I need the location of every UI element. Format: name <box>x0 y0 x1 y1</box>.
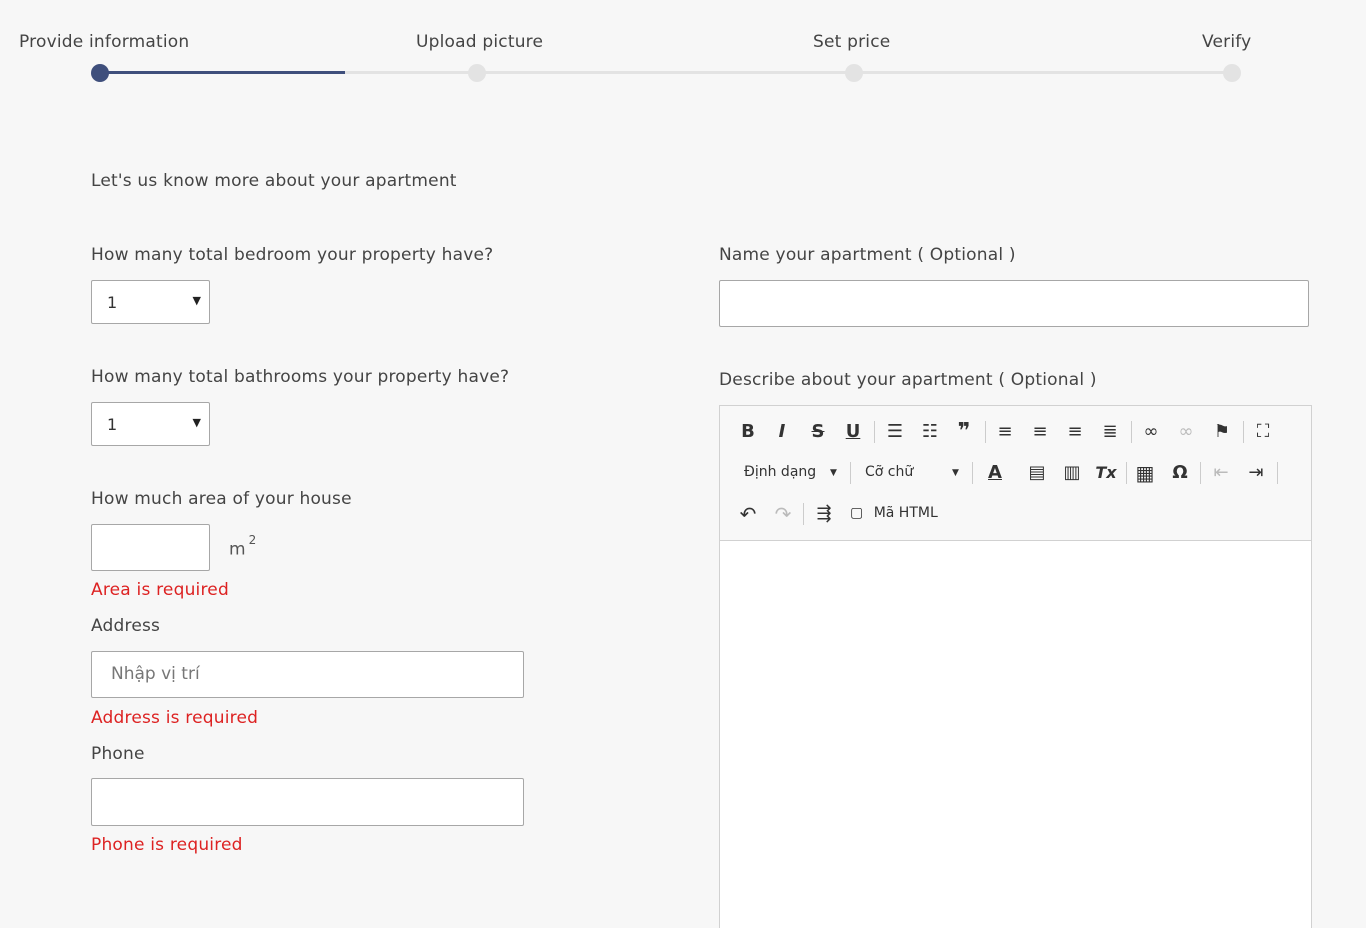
caret-down-icon: ▼ <box>952 468 959 478</box>
toolbar-separator <box>972 462 973 484</box>
step-provide-information[interactable]: Provide information <box>19 32 189 52</box>
editor-content-area[interactable] <box>720 542 1311 928</box>
step-dot-1[interactable] <box>91 64 109 82</box>
address-error: Address is required <box>91 708 259 728</box>
bedrooms-value: 1 <box>107 293 118 312</box>
description-label: Describe about your apartment ( Optional… <box>719 370 1097 390</box>
area-label: How much area of your house <box>91 489 352 509</box>
area-unit-text: m <box>229 539 246 560</box>
justify-icon[interactable]: ≣ <box>1097 420 1123 444</box>
stepper-progress <box>100 71 345 74</box>
apartment-name-input[interactable] <box>719 280 1309 327</box>
address-placeholder: Nhập vị trí <box>111 664 200 684</box>
paste-text-icon[interactable]: ▤ <box>1024 461 1050 485</box>
step-verify[interactable]: Verify <box>1202 32 1251 52</box>
phone-error: Phone is required <box>91 835 243 855</box>
toolbar-separator <box>850 462 851 484</box>
source-code-icon: ▢ <box>850 505 864 521</box>
quote-icon[interactable]: ❞ <box>951 420 977 444</box>
font-size-dropdown-label: Cỡ chữ <box>865 464 914 480</box>
bulleted-list-icon[interactable]: ☰ <box>882 420 908 444</box>
bathrooms-label: How many total bathrooms your property h… <box>91 367 510 387</box>
step-set-price[interactable]: Set price <box>813 32 890 52</box>
toolbar-separator <box>1131 421 1132 443</box>
font-size-dropdown[interactable]: Cỡ chữ ▼ <box>865 464 965 484</box>
toolbar-separator <box>1243 421 1244 443</box>
special-character-icon[interactable]: Ω <box>1167 461 1193 485</box>
strikethrough-icon[interactable]: S <box>805 420 831 444</box>
blockquote-indent-icon[interactable]: ⇶ <box>811 502 837 526</box>
underline-icon[interactable]: U <box>840 420 866 444</box>
address-label: Address <box>91 616 161 636</box>
form-intro: Let's us know more about your apartment <box>91 171 457 191</box>
caret-down-icon: ▼ <box>192 416 201 429</box>
undo-icon[interactable]: ↶ <box>735 502 761 526</box>
align-right-icon[interactable]: ≡ <box>1062 420 1088 444</box>
area-input[interactable] <box>91 524 210 571</box>
step-dot-3[interactable] <box>845 64 863 82</box>
align-left-icon[interactable]: ≡ <box>992 420 1018 444</box>
link-icon[interactable]: ∞ <box>1138 420 1164 444</box>
area-unit: m2 <box>229 533 256 560</box>
maximize-icon[interactable]: ⛶ <box>1250 420 1276 444</box>
unlink-icon[interactable]: ∞ <box>1173 420 1199 444</box>
toolbar-separator <box>1126 462 1127 484</box>
italic-icon[interactable]: I <box>769 420 795 444</box>
numbered-list-icon[interactable]: ☷ <box>917 420 943 444</box>
caret-down-icon: ▼ <box>192 294 201 307</box>
remove-format-icon[interactable]: Tx <box>1093 461 1119 485</box>
area-error: Area is required <box>91 580 229 600</box>
step-upload-picture[interactable]: Upload picture <box>416 32 543 52</box>
toolbar-separator <box>1200 462 1201 484</box>
toolbar-separator <box>1277 462 1278 484</box>
phone-input[interactable] <box>91 778 524 826</box>
source-html-label: Mã HTML <box>873 505 938 521</box>
toolbar-separator <box>803 503 804 525</box>
bathrooms-select[interactable]: 1 ▼ <box>91 402 210 446</box>
paste-word-icon[interactable]: ▥ <box>1059 461 1085 485</box>
step-dot-4[interactable] <box>1223 64 1241 82</box>
format-dropdown-label: Định dạng <box>744 464 817 480</box>
indent-icon[interactable]: ⇥ <box>1243 461 1269 485</box>
step-dot-2[interactable] <box>468 64 486 82</box>
redo-icon[interactable]: ↷ <box>770 502 796 526</box>
area-unit-exponent: 2 <box>248 533 257 547</box>
bedrooms-label: How many total bedroom your property hav… <box>91 245 494 265</box>
toolbar-separator <box>874 421 875 443</box>
align-center-icon[interactable]: ≡ <box>1027 420 1053 444</box>
toolbar-separator <box>985 421 986 443</box>
editor-toolbar: B I S U ☰ ☷ ❞ ≡ ≡ ≡ ≣ ∞ ∞ ⚑ ⛶ Định dạng … <box>720 406 1311 541</box>
outdent-icon[interactable]: ⇤ <box>1208 461 1234 485</box>
bold-icon[interactable]: B <box>735 420 761 444</box>
address-input[interactable]: Nhập vị trí <box>91 651 524 698</box>
caret-down-icon: ▼ <box>830 468 837 478</box>
bedrooms-select[interactable]: 1 ▼ <box>91 280 210 324</box>
table-icon[interactable]: ▦ <box>1132 461 1158 485</box>
rich-text-editor: B I S U ☰ ☷ ❞ ≡ ≡ ≡ ≣ ∞ ∞ ⚑ ⛶ Định dạng … <box>719 405 1312 928</box>
bathrooms-value: 1 <box>107 415 118 434</box>
format-dropdown[interactable]: Định dạng ▼ <box>744 464 844 484</box>
phone-label: Phone <box>91 744 145 764</box>
source-html-button[interactable]: ▢ Mã HTML <box>850 505 938 525</box>
name-label: Name your apartment ( Optional ) <box>719 245 1016 265</box>
text-color-icon[interactable]: A <box>982 461 1008 485</box>
flag-icon[interactable]: ⚑ <box>1209 420 1235 444</box>
